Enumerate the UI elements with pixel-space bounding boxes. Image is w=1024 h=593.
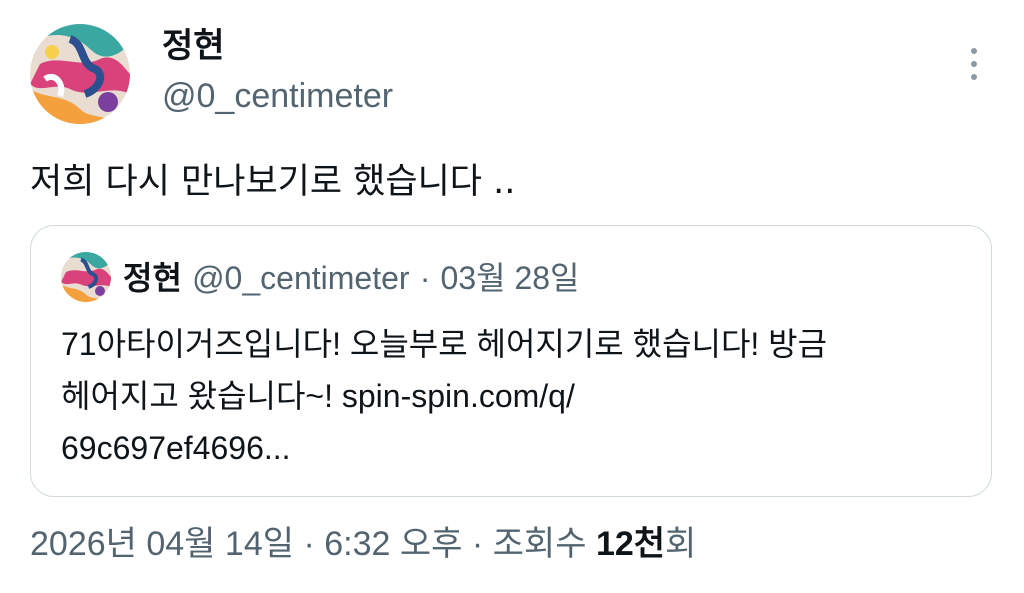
quote-header: 정현 @0_centimeter · 03월 28일 bbox=[123, 256, 580, 300]
quote-avatar-image bbox=[61, 252, 111, 302]
quote-line: 69c697ef4696... bbox=[61, 430, 291, 466]
quote-author-name: 정현 bbox=[123, 259, 182, 297]
meta-separator: · bbox=[294, 525, 325, 563]
author-avatar[interactable] bbox=[30, 24, 130, 124]
author-handle[interactable]: @0_centimeter bbox=[162, 74, 393, 118]
quoted-tweet-card[interactable]: 정현 @0_centimeter · 03월 28일 71아타이거즈입니다! 오… bbox=[30, 225, 992, 497]
tweet-time[interactable]: 6:32 오후 bbox=[324, 525, 462, 563]
quote-line: 71아타이거즈입니다! 오늘부로 헤어지기로 했습니다! 방금 bbox=[61, 326, 828, 362]
quote-line: 헤어지고 왔습니다~! spin-spin.com/q/ bbox=[61, 378, 575, 414]
views-suffix: 회 bbox=[665, 525, 697, 563]
views-count: 12천 bbox=[595, 525, 666, 563]
more-dot bbox=[971, 61, 977, 67]
tweet-meta: 2026년 04월 14일 · 6:32 오후 · 조회수 12천회 bbox=[30, 520, 696, 568]
quote-separator: · bbox=[419, 260, 431, 296]
more-vertical-icon[interactable] bbox=[958, 44, 990, 84]
quote-body: 71아타이거즈입니다! 오늘부로 헤어지기로 했습니다! 방금 헤어지고 왔습니… bbox=[61, 318, 961, 474]
more-dot bbox=[971, 48, 977, 54]
avatar-image bbox=[30, 24, 130, 124]
views-label: 조회수 bbox=[492, 525, 596, 563]
tweet-date[interactable]: 2026년 04월 14일 bbox=[30, 525, 294, 563]
quote-date: 03월 28일 bbox=[440, 260, 580, 296]
quote-author-handle: @0_centimeter bbox=[192, 260, 410, 296]
meta-separator: · bbox=[462, 525, 493, 563]
more-dot bbox=[971, 74, 977, 80]
quote-avatar bbox=[61, 252, 111, 302]
tweet-text: 저희 다시 만나보기로 했습니다 .. bbox=[30, 162, 516, 202]
author-name[interactable]: 정현 bbox=[162, 22, 393, 70]
author-block: 정현 @0_centimeter bbox=[162, 22, 393, 118]
